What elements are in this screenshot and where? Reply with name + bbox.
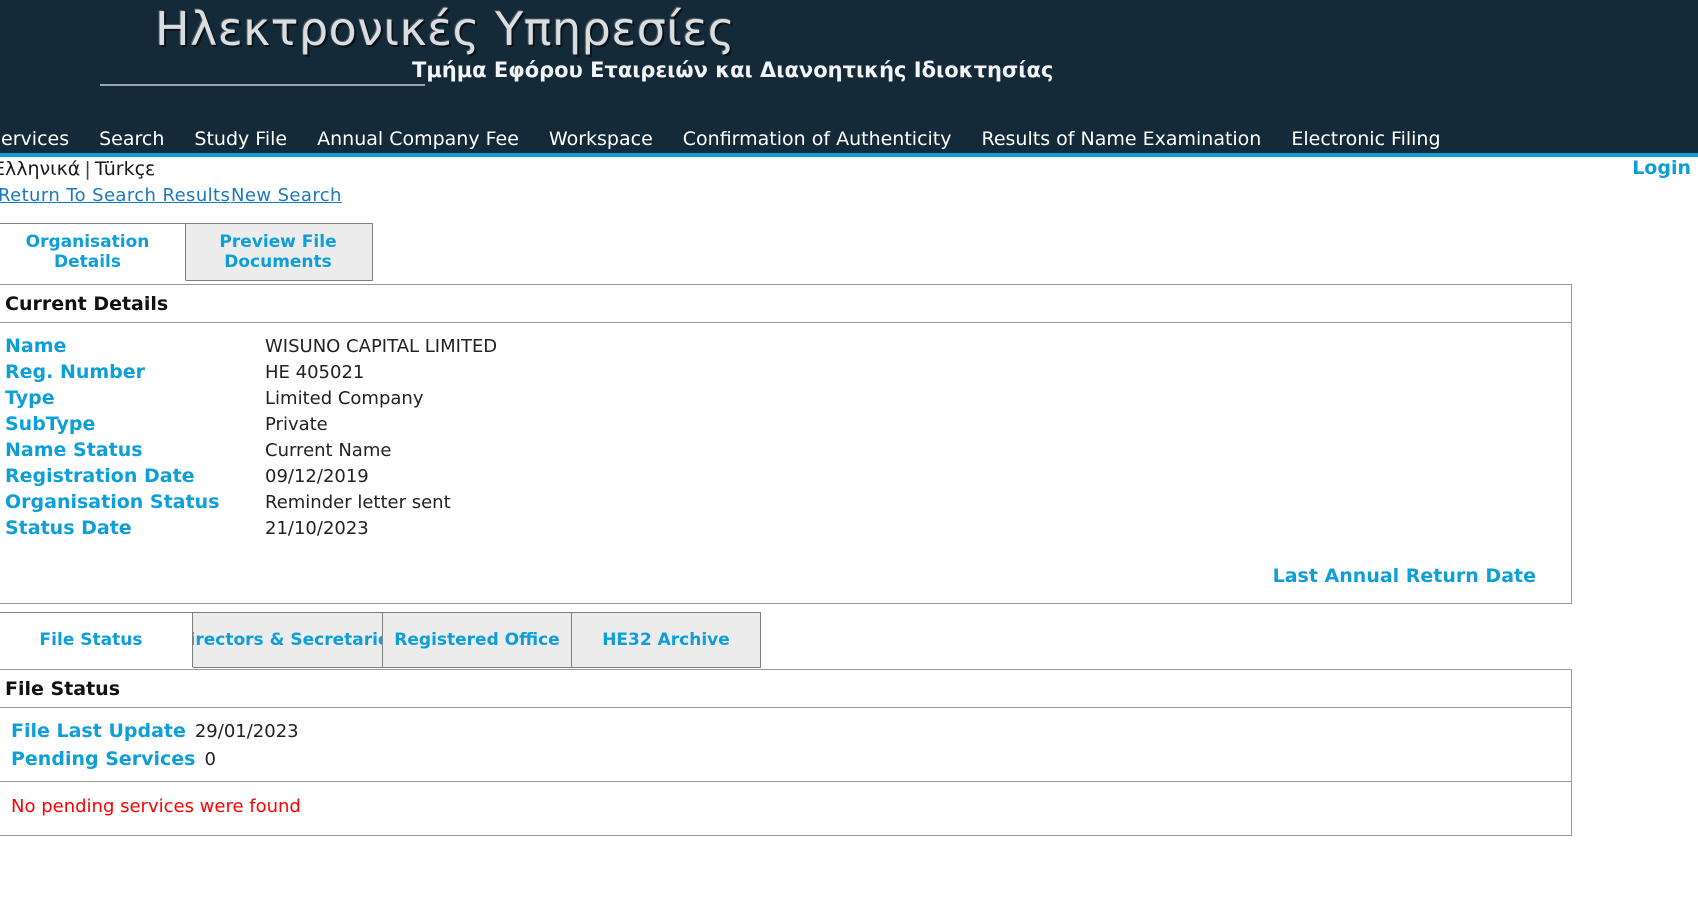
detail-row: Status Date 21/10/2023 (0, 515, 1571, 541)
main-navigation: Services Search Study File Annual Compan… (0, 124, 1698, 157)
nav-item-search[interactable]: Search (84, 128, 179, 150)
file-status-row: Pending Services 0 (0, 745, 1571, 773)
last-annual-return-date-link[interactable]: Last Annual Return Date (1273, 565, 1536, 587)
detail-row: Name WISUNO CAPITAL LIMITED (0, 333, 1571, 359)
tab-preview-file-documents[interactable]: Preview File Documents (183, 223, 373, 281)
detail-value-registration-date: 09/12/2019 (265, 465, 369, 487)
pending-services-value: 0 (204, 748, 216, 770)
detail-value-type: Limited Company (265, 387, 424, 409)
detail-label-organisation-status: Organisation Status (5, 491, 220, 513)
nav-item-annual-company-fee[interactable]: Annual Company Fee (302, 128, 534, 150)
detail-row: SubType Private (0, 411, 1571, 437)
detail-row: Reg. Number HE 405021 (0, 359, 1571, 385)
nav-list: Services Search Study File Annual Compan… (0, 124, 1698, 153)
outer-tabstrip: Organisation Details Preview File Docume… (0, 223, 1698, 285)
utility-strip: Ελληνικά | Türkçε Login (0, 157, 1698, 185)
return-to-search-results-link[interactable]: Return To Search Results (0, 185, 230, 206)
detail-row: Type Limited Company (0, 385, 1571, 411)
title-divider-rule (100, 84, 425, 86)
file-status-message-area: No pending services were found (0, 781, 1571, 835)
detail-value-status-date: 21/10/2023 (265, 517, 369, 539)
nav-item-confirmation-of-authenticity[interactable]: Confirmation of Authenticity (668, 128, 967, 150)
detail-value-organisation-status: Reminder letter sent (265, 491, 451, 513)
file-last-update-label: File Last Update (11, 720, 186, 742)
file-status-table: File Last Update 29/01/2023 Pending Serv… (0, 708, 1571, 781)
language-turkish-link[interactable]: Türkçε (95, 158, 156, 180)
detail-row: Registration Date 09/12/2019 (0, 463, 1571, 489)
detail-label-status-date: Status Date (5, 517, 132, 539)
detail-label-registration-date: Registration Date (5, 465, 195, 487)
current-details-panel: Current Details Name WISUNO CAPITAL LIMI… (0, 284, 1572, 604)
tab-file-status[interactable]: File Status (0, 612, 193, 668)
detail-value-reg-number: HE 405021 (265, 361, 365, 383)
language-separator: | (84, 158, 91, 180)
nav-item-workspace[interactable]: Workspace (534, 128, 668, 150)
action-links-row: Return To Search Results New Search (0, 185, 1698, 215)
nav-item-electronic-filing[interactable]: Electronic Filing (1276, 128, 1455, 150)
tab-registered-office[interactable]: Registered Office (382, 612, 572, 668)
nav-item-results-of-name-examination[interactable]: Results of Name Examination (967, 128, 1277, 150)
site-masthead: Ηλεκτρονικές Υπηρεσίες Τμήμα Εφόρου Εται… (0, 0, 1698, 124)
no-pending-services-message: No pending services were found (11, 796, 301, 817)
current-details-heading: Current Details (0, 285, 1571, 323)
detail-value-name-status: Current Name (265, 439, 392, 461)
file-status-row: File Last Update 29/01/2023 (0, 717, 1571, 745)
detail-label-subtype: SubType (5, 413, 96, 435)
detail-value-subtype: Private (265, 413, 328, 435)
tab-directors-and-secretaries[interactable]: Directors & Secretaries (175, 612, 400, 668)
current-details-table: Name WISUNO CAPITAL LIMITED Reg. Number … (0, 323, 1571, 545)
new-search-link[interactable]: New Search (231, 185, 342, 206)
tab-organisation-details[interactable]: Organisation Details (0, 223, 186, 281)
site-title: Ηλεκτρονικές Υπηρεσίες (155, 2, 736, 56)
language-greek-link[interactable]: Ελληνικά (0, 158, 80, 180)
detail-row: Name Status Current Name (0, 437, 1571, 463)
file-status-panel: File Status File Last Update 29/01/2023 … (0, 669, 1572, 836)
pending-services-label: Pending Services (11, 748, 196, 770)
site-subtitle: Τμήμα Εφόρου Εταιρειών και Διανοητικής Ι… (412, 58, 1054, 82)
detail-label-name-status: Name Status (5, 439, 143, 461)
nav-item-study-file[interactable]: Study File (179, 128, 302, 150)
nav-item-services[interactable]: Services (0, 128, 84, 150)
detail-label-name: Name (5, 335, 67, 357)
detail-label-type: Type (5, 387, 55, 409)
detail-label-reg-number: Reg. Number (5, 361, 146, 383)
detail-value-name: WISUNO CAPITAL LIMITED (265, 335, 498, 357)
login-link[interactable]: Login (1632, 157, 1691, 179)
file-status-heading: File Status (0, 670, 1571, 708)
detail-row: Organisation Status Reminder letter sent (0, 489, 1571, 515)
tab-he32-archive[interactable]: HE32 Archive (571, 612, 761, 668)
file-last-update-value: 29/01/2023 (194, 720, 299, 742)
language-switcher: Ελληνικά | Türkçε (0, 158, 155, 180)
inner-tabstrip: File Status Directors & Secretaries Regi… (0, 612, 1698, 670)
last-annual-return-row: Last Annual Return Date (0, 545, 1571, 603)
